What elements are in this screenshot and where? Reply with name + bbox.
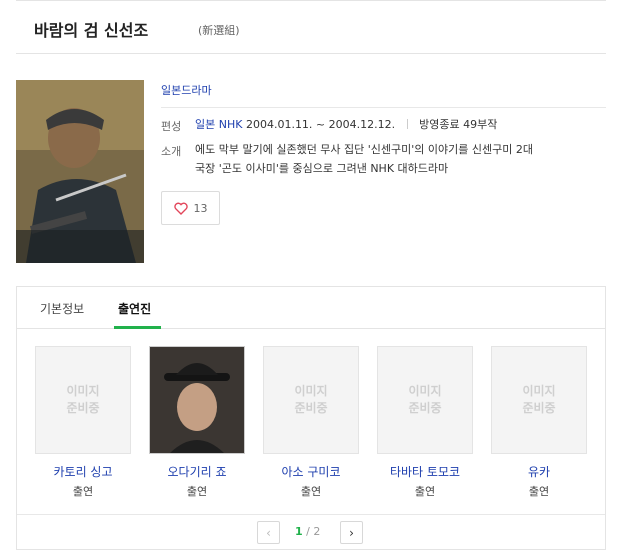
schedule-value: 일본 NHK 2004.01.11. ~ 2004.12.12. 방영종료 49…: [195, 115, 600, 134]
cast-role: 출연: [414, 485, 436, 498]
cast-name[interactable]: 타바타 토모코: [377, 463, 473, 480]
cast-item[interactable]: 이미지 준비중 아소 구미코 출연: [263, 346, 359, 499]
current-page: 1: [295, 525, 303, 538]
broadcast-period: 2004.01.11. ~ 2004.12.12.: [245, 118, 396, 131]
total-pages: 2: [313, 525, 321, 538]
cast-name[interactable]: 유카: [491, 463, 587, 480]
cast-item[interactable]: 이미지 준비중 카토리 싱고 출연: [35, 346, 131, 499]
tab-basic-info[interactable]: 기본정보: [40, 300, 84, 317]
cast-name[interactable]: 오다기리 죠: [149, 463, 245, 480]
tab-bar: 기본정보 출연진: [17, 287, 605, 329]
like-button[interactable]: 13: [161, 191, 220, 225]
next-page-button[interactable]: ›: [340, 521, 363, 544]
drama-poster[interactable]: [16, 80, 144, 263]
broadcast-status: 방영종료 49부작: [419, 118, 498, 131]
cast-image-placeholder: 이미지 준비중: [35, 346, 131, 454]
cast-item[interactable]: 이미지 준비중 유카 출연: [491, 346, 587, 499]
cast-name[interactable]: 카토리 싱고: [35, 463, 131, 480]
cast-image-placeholder: 이미지 준비중: [263, 346, 359, 454]
like-count: 13: [193, 201, 208, 215]
synopsis-text: 에도 막부 말기에 실존했던 무사 집단 '신센구미'의 이야기를 신센구미 2…: [195, 140, 600, 178]
cast-item[interactable]: 오다기리 죠 출연: [149, 346, 245, 499]
active-tab-indicator: [114, 326, 161, 329]
broadcaster-link[interactable]: 일본 NHK: [195, 118, 242, 131]
cast-photo: [149, 346, 245, 454]
cast-role: 출연: [72, 485, 94, 498]
drama-title: 바람의 검 신선조: [34, 21, 149, 40]
chevron-left-icon: ‹: [266, 525, 271, 540]
cast-role: 출연: [186, 485, 208, 498]
schedule-label: 편성: [161, 120, 182, 133]
synopsis-label: 소개: [161, 145, 182, 158]
cast-item[interactable]: 이미지 준비중 타바타 토모코 출연: [377, 346, 473, 499]
cast-image-placeholder: 이미지 준비중: [377, 346, 473, 454]
drama-title-hanja: (新選組): [198, 24, 240, 37]
synopsis-line-1: 에도 막부 말기에 실존했던 무사 집단 '신센구미'의 이야기를 신센구미 2…: [195, 143, 533, 156]
page-separator: /: [306, 525, 310, 538]
prev-page-button[interactable]: ‹: [257, 521, 280, 544]
cast-image-placeholder: 이미지 준비중: [491, 346, 587, 454]
pagination-divider: [17, 514, 605, 515]
cast-role: 출연: [300, 485, 322, 498]
cast-photo-image: [150, 347, 244, 453]
title-header: 바람의 검 신선조 (新選組): [16, 0, 606, 54]
chevron-right-icon: ›: [349, 525, 354, 540]
synopsis-line-2: 국장 '곤도 이사미'를 중심으로 그려낸 NHK 대하드라마: [195, 162, 449, 175]
heart-outline-icon: [173, 202, 188, 215]
detail-panel: 기본정보 출연진 이미지 준비중 카토리 싱고 출연 오다기리 죠 출연 이미지…: [16, 286, 606, 550]
poster-image: [16, 80, 144, 263]
page-indicator: 1 / 2: [295, 525, 320, 538]
cast-role: 출연: [528, 485, 550, 498]
separator: [406, 119, 408, 129]
genre-link[interactable]: 일본드라마: [161, 82, 212, 98]
tab-cast[interactable]: 출연진: [118, 300, 151, 317]
cast-name[interactable]: 아소 구미코: [263, 463, 359, 480]
info-divider: [161, 107, 606, 108]
